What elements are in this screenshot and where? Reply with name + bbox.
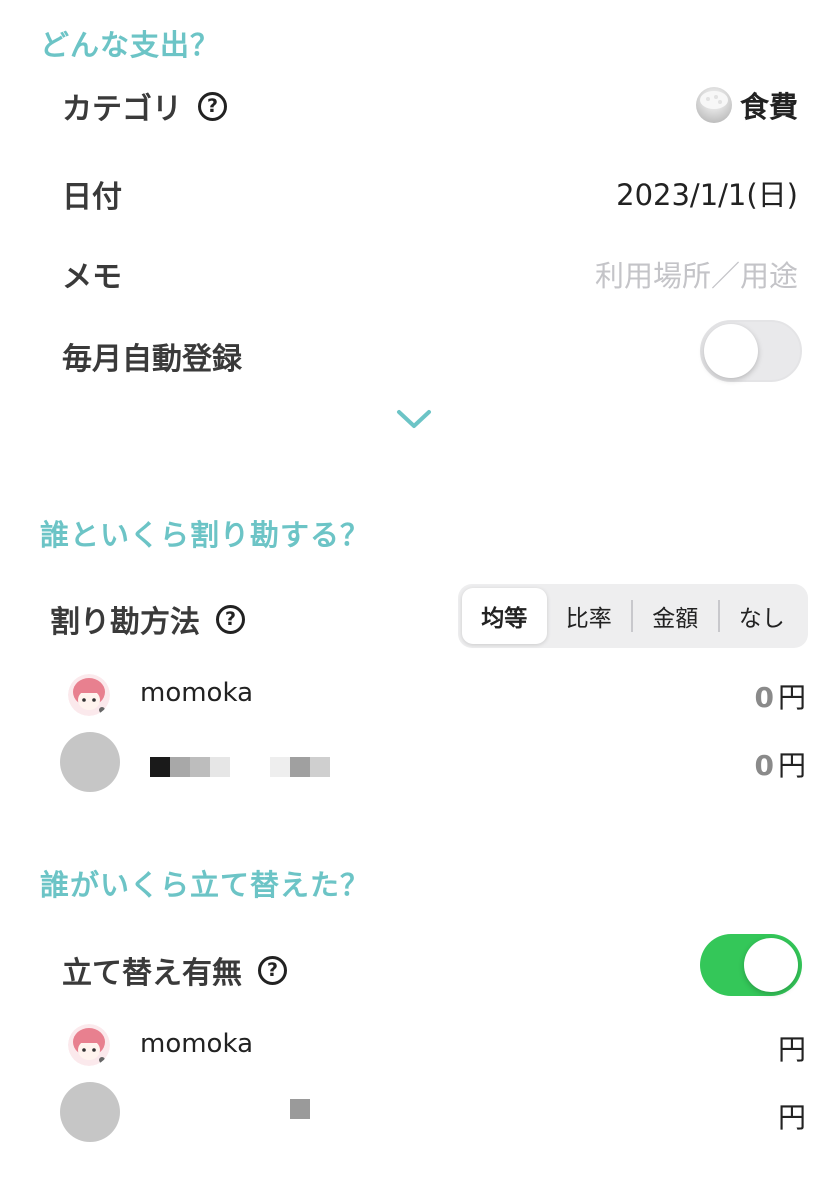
toggle-knob	[744, 938, 798, 992]
memo-label: メモ	[62, 260, 122, 295]
section-title-advance: 誰がいくら立て替えた？	[40, 868, 371, 902]
amount-value: 0	[754, 749, 774, 782]
member-amount-input[interactable]: 円	[774, 1028, 806, 1068]
help-icon[interactable]: ?	[258, 955, 287, 985]
split-method-ratio[interactable]: 比率	[547, 588, 632, 644]
advance-toggle[interactable]	[700, 934, 802, 996]
split-method-none[interactable]: なし	[720, 588, 805, 644]
advance-toggle-label: 立て替え有無	[62, 956, 242, 991]
member-name: momoka	[140, 1029, 254, 1059]
advance-row-label: 立て替え有無 ?	[62, 948, 287, 992]
memo-input[interactable]: 利用場所／用途	[595, 253, 798, 295]
help-icon[interactable]: ?	[198, 91, 227, 121]
section-title-expense: どんな支出？	[40, 28, 221, 62]
date-label: 日付	[62, 180, 122, 215]
yen-unit: 円	[777, 681, 806, 714]
rice-bowl-icon	[695, 87, 732, 123]
member-name-redacted	[290, 1099, 310, 1119]
help-icon[interactable]: ?	[216, 604, 245, 634]
category-label: カテゴリ	[62, 92, 182, 127]
avatar	[60, 732, 120, 792]
monthly-auto-toggle[interactable]	[700, 320, 802, 382]
category-selector[interactable]: 食費	[694, 84, 798, 126]
split-method-amount[interactable]: 金額	[633, 588, 718, 644]
toggle-knob	[704, 324, 758, 378]
yen-unit: 円	[777, 1101, 806, 1134]
amount-value: 0	[754, 681, 774, 714]
member-amount[interactable]: 0円	[755, 744, 807, 784]
split-method-equal[interactable]: 均等	[462, 588, 547, 644]
member-amount[interactable]: 0円	[755, 676, 807, 716]
avatar	[60, 1082, 120, 1142]
avatar	[68, 674, 110, 716]
member-amount-input[interactable]: 円	[774, 1096, 806, 1136]
split-method-segmented-control: 均等 比率 金額 なし	[458, 584, 808, 648]
avatar	[68, 1024, 110, 1066]
date-value[interactable]: 2023/1/1(日)	[616, 172, 798, 214]
section-title-split: 誰といくら割り勘する？	[40, 518, 371, 552]
member-name: momoka	[140, 678, 254, 708]
yen-unit: 円	[777, 1033, 806, 1066]
chevron-down-icon[interactable]	[396, 408, 432, 430]
yen-unit: 円	[777, 749, 806, 782]
category-row-label: カテゴリ ?	[62, 84, 227, 128]
member-name-redacted	[150, 757, 330, 777]
monthly-auto-label: 毎月自動登録	[62, 342, 242, 377]
split-method-label: 割り勘方法	[50, 605, 200, 640]
split-method-row-label: 割り勘方法 ?	[50, 597, 245, 641]
category-value: 食費	[739, 90, 798, 124]
